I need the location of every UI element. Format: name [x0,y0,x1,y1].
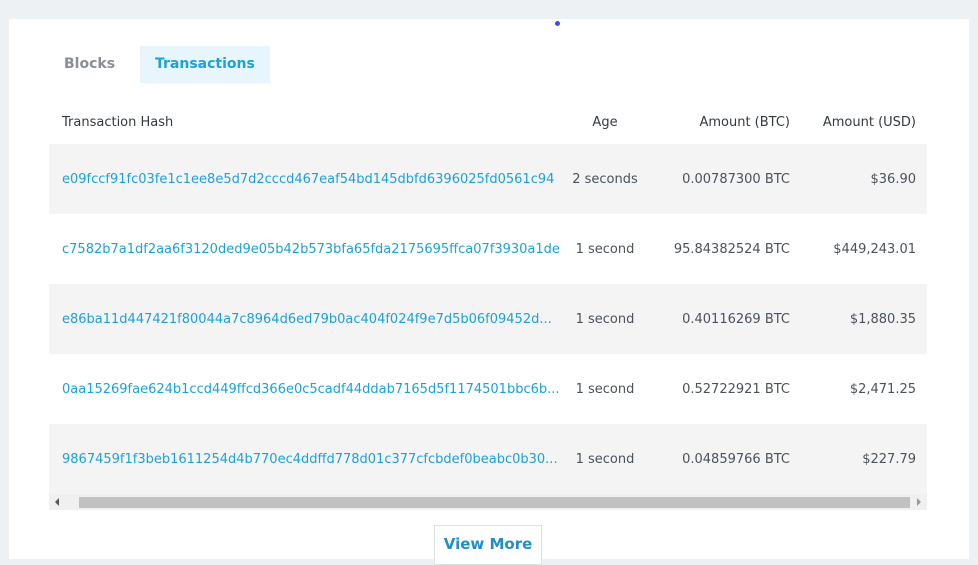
tab-bar: Blocks Transactions [49,46,270,83]
tab-transactions[interactable]: Transactions [140,46,270,83]
amount-btc-cell: 95.84382524 BTC [673,241,790,257]
age-cell: 1 second [575,311,635,327]
table-row: e09fccf91fc03fe1c1ee8e5d7d2cccd467eaf54b… [49,144,927,214]
header-amount-btc: Amount (BTC) [699,114,790,130]
scroll-right-arrow-icon[interactable] [917,498,921,506]
hash-cell: c7582b7a1df2aa6f3120ded9e05b42b573bfa65f… [49,242,562,257]
header-amount-usd: Amount (USD) [822,114,916,130]
transaction-hash-link[interactable]: c7582b7a1df2aa6f3120ded9e05b42b573bfa65f… [62,242,560,257]
table-row: 9867459f1f3beb1611254d4b770ec4ddffd778d0… [49,424,927,494]
amount-usd-cell: $449,243.01 [833,241,916,257]
hash-cell: 9867459f1f3beb1611254d4b770ec4ddffd778d0… [49,452,562,467]
amount-btc-cell: 0.00787300 BTC [682,171,790,187]
transaction-hash-link[interactable]: 9867459f1f3beb1611254d4b770ec4ddffd778d0… [62,452,558,467]
amount-usd-cell: $227.79 [862,451,916,467]
amount-usd-cell: $2,471.25 [849,381,916,397]
table-row: c7582b7a1df2aa6f3120ded9e05b42b573bfa65f… [49,214,927,284]
header-age: Age [592,114,618,130]
horizontal-scrollbar[interactable] [49,494,927,510]
header-transaction-hash: Transaction Hash [62,114,174,130]
hash-cell: e86ba11d447421f80044a7c8964d6ed79b0ac404… [49,312,562,327]
amount-usd-cell: $36.90 [870,171,917,187]
amount-btc-cell: 0.52722921 BTC [682,381,790,397]
hash-cell: e09fccf91fc03fe1c1ee8e5d7d2cccd467eaf54b… [49,172,562,187]
transaction-hash-link[interactable]: e09fccf91fc03fe1c1ee8e5d7d2cccd467eaf54b… [62,172,554,187]
amount-btc-cell: 0.40116269 BTC [682,311,790,327]
table-row: e86ba11d447421f80044a7c8964d6ed79b0ac404… [49,284,927,354]
table-row: 0aa15269fae624b1ccd449ffcd366e0c5cadf44d… [49,354,927,424]
transaction-hash-link[interactable]: 0aa15269fae624b1ccd449ffcd366e0c5cadf44d… [62,382,560,397]
transactions-table: Transaction Hash Age Amount (BTC) Amount… [49,100,927,494]
scroll-left-arrow-icon[interactable] [55,498,59,506]
age-cell: 2 seconds [572,171,638,187]
age-cell: 1 second [575,381,635,397]
scrollbar-thumb[interactable] [79,497,910,508]
age-cell: 1 second [575,451,635,467]
loading-dot-icon [555,21,560,26]
transaction-hash-link[interactable]: e86ba11d447421f80044a7c8964d6ed79b0ac404… [62,312,552,327]
amount-usd-cell: $1,880.35 [849,311,916,327]
table-header: Transaction Hash Age Amount (BTC) Amount… [49,100,927,144]
age-cell: 1 second [575,241,635,257]
tab-blocks[interactable]: Blocks [49,46,126,83]
view-more-button[interactable]: View More [434,525,542,565]
amount-btc-cell: 0.04859766 BTC [682,451,790,467]
hash-cell: 0aa15269fae624b1ccd449ffcd366e0c5cadf44d… [49,382,562,397]
